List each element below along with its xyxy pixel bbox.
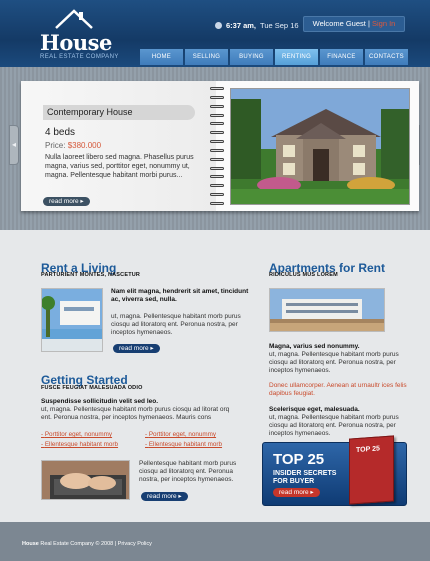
prev-arrow-icon[interactable]: ◂ xyxy=(9,125,19,165)
banner-line1: INSIDER SECRETS xyxy=(273,470,337,477)
banner-line2: FOR BUYER xyxy=(273,478,315,485)
rent-living-bold-text: Nam elit magna, hendrerit sit amet, tinc… xyxy=(111,288,249,303)
clock-icon xyxy=(215,22,222,29)
brand-name: House xyxy=(40,30,112,55)
apartments-text2: ut, magna. Pellentesque habitant morb pu… xyxy=(269,414,399,437)
read-more-label: read more xyxy=(49,198,79,205)
top25-banner[interactable]: TOP 25 INSIDER SECRETS FOR BUYER read mo… xyxy=(262,435,407,506)
welcome-text: Welcome Guest xyxy=(312,19,366,28)
read-more-label: read more xyxy=(279,489,309,496)
getting-started-text: ut, magna. Pellentesque habitant morb pu… xyxy=(41,406,230,421)
apartments-photo[interactable] xyxy=(269,288,385,332)
rent-living-subtitle: PARTURIENT MONTES, NASCETUR xyxy=(41,272,141,278)
getting-started-read-more-button[interactable]: read more ▸ xyxy=(141,492,188,501)
banner-read-more-button[interactable]: read more ▸ xyxy=(273,488,320,497)
footer-brand: House xyxy=(22,541,39,547)
getting-started-bold-text: Suspendisse sollicitudin velit sed leo. xyxy=(41,398,159,405)
featured-title: Contemporary House xyxy=(43,105,195,120)
featured-house-photo[interactable] xyxy=(230,88,410,205)
date: Tue Sep 16 xyxy=(260,21,299,30)
featured-book: Contemporary House 4 beds Price: $380.00… xyxy=(21,81,419,211)
apartments-text: ut, magna. Pellentesque habitant morb pu… xyxy=(269,351,399,374)
gs-link-2[interactable]: - Porttitor eget, nonummy xyxy=(145,431,216,438)
rent-living-photo[interactable] xyxy=(41,288,103,352)
gs-link-3[interactable]: - Ellentesque habitant morb xyxy=(41,441,118,448)
banner-top: TOP 25 xyxy=(273,451,325,468)
gs-link-4[interactable]: - Ellentesque habitant morb xyxy=(145,441,222,448)
rent-living-bold: Nam elit magna, hendrerit sit amet, tinc… xyxy=(111,288,251,304)
house-roof-icon xyxy=(55,9,93,29)
nav-renting[interactable]: RENTING xyxy=(275,49,318,65)
apartments-subtitle: RIDICULUS MUS LOREM xyxy=(269,272,338,278)
read-more-label: read more xyxy=(147,493,177,500)
logo[interactable]: House REAL ESTATE COMPANY xyxy=(40,8,130,60)
main-nav: HOME SELLING BUYING RENTING FINANCE CONT… xyxy=(140,49,408,65)
read-more-label: read more xyxy=(119,345,149,352)
link-text: Porttitor eget, nonummy xyxy=(148,431,217,438)
apartments-bold2: Scelerisque eget, malesuada. xyxy=(269,406,409,414)
link-text: Ellentesque habitant morb xyxy=(44,441,119,448)
nav-finance[interactable]: FINANCE xyxy=(320,49,363,65)
apartments-bold-text: Magna, varius sed nonummy. xyxy=(269,343,360,350)
apartments-bold2-text: Scelerisque eget, malesuada. xyxy=(269,406,360,413)
nav-selling[interactable]: SELLING xyxy=(185,49,228,65)
footer-text[interactable]: Real Estate Company © 2008 | Privacy Pol… xyxy=(40,541,152,547)
spiral-binding xyxy=(210,87,224,205)
time: 6:37 am, xyxy=(226,21,257,30)
featured-read-more-button[interactable]: read more ▸ xyxy=(43,197,90,206)
featured-price: Price: $380.000 xyxy=(45,141,101,150)
getting-started-text2: Pellentesque habitant morb purus ciosqu … xyxy=(139,460,237,483)
separator: | xyxy=(367,19,370,28)
footer: House Real Estate Company © 2008 | Priva… xyxy=(0,522,430,561)
getting-started-photo[interactable] xyxy=(41,460,130,500)
link-text: Ellentesque habitant morb xyxy=(148,441,223,448)
book-left-page: Contemporary House 4 beds Price: $380.00… xyxy=(21,81,216,211)
brand-tagline: REAL ESTATE COMPANY xyxy=(40,54,119,60)
price-label: Price: xyxy=(45,141,66,150)
getting-started-bold: Suspendisse sollicitudin velit sed leo. xyxy=(41,398,241,406)
welcome-box: Welcome Guest | Sign In xyxy=(303,16,405,32)
apartments-bold: Magna, varius sed nonummy. xyxy=(269,343,409,351)
sign-in-link[interactable]: Sign In xyxy=(372,19,395,28)
price-value: $380.000 xyxy=(67,141,102,150)
nav-buying[interactable]: BUYING xyxy=(230,49,273,65)
featured-slider: ◂ ▸ Contemporary House 4 beds Price: $38… xyxy=(0,67,430,230)
book-icon: TOP 25 xyxy=(349,435,394,505)
book-cover-text: TOP 25 xyxy=(356,445,380,455)
link-text: Porttitor eget, nonummy xyxy=(44,431,113,438)
featured-description: Nulla laoreet libero sed magna. Phasellu… xyxy=(45,154,194,179)
getting-started-subtitle: FUSCE FEUGIAT MALESUADA ODIO xyxy=(41,385,143,391)
featured-beds: 4 beds xyxy=(45,127,76,138)
nav-contacts[interactable]: CONTACTS xyxy=(365,49,408,65)
nav-home[interactable]: HOME xyxy=(140,49,183,65)
header: House REAL ESTATE COMPANY 6:37 am, Tue S… xyxy=(0,0,430,67)
gs-link-1[interactable]: - Porttitor eget, nonummy xyxy=(41,431,112,438)
clock: 6:37 am, Tue Sep 16 xyxy=(215,21,299,30)
apartments-red-text: Donec ullamcorper. Aenean at urnaultr ic… xyxy=(269,382,407,397)
rent-living-text: ut, magna. Pellentesque habitant morb pu… xyxy=(111,313,241,336)
rent-living-read-more-button[interactable]: read more ▸ xyxy=(113,344,160,353)
